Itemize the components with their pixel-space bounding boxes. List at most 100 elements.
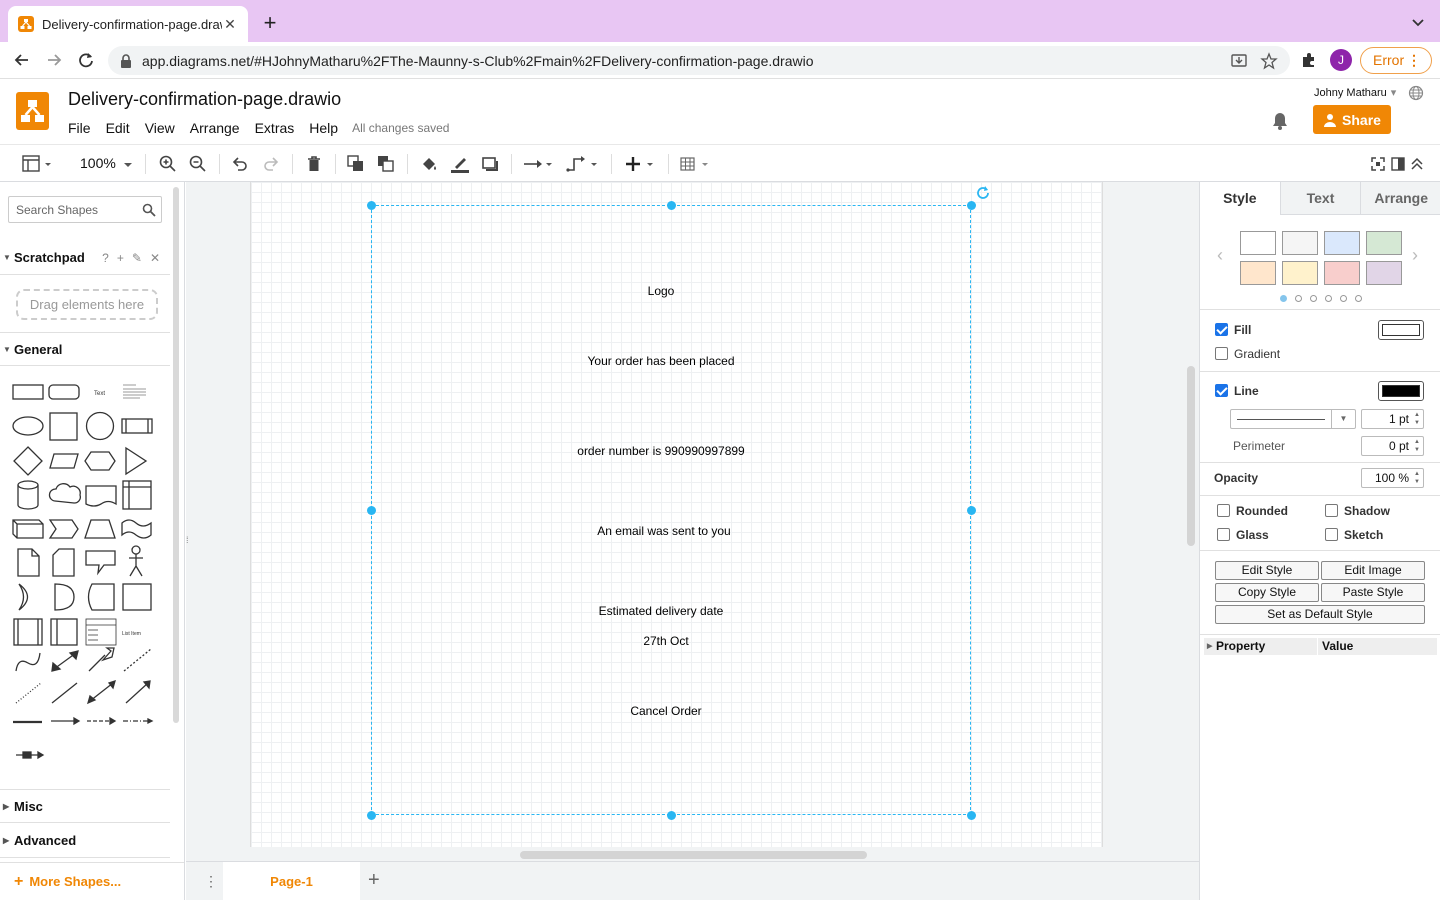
opacity-input[interactable]: 100 % ▲ ▼ bbox=[1361, 468, 1424, 488]
swatch-page-dot[interactable] bbox=[1310, 295, 1317, 302]
profile-avatar[interactable]: J bbox=[1330, 49, 1352, 71]
fullscreen-icon[interactable] bbox=[1368, 154, 1388, 174]
share-button[interactable]: Share bbox=[1313, 105, 1391, 134]
scratchpad-dropzone[interactable]: Drag elements here bbox=[16, 289, 158, 320]
fill-color-icon[interactable] bbox=[419, 154, 439, 174]
chevron-down-icon[interactable] bbox=[1410, 14, 1426, 30]
logo-text[interactable]: Logo bbox=[511, 284, 811, 298]
email-sent-text[interactable]: An email was sent to you bbox=[514, 524, 814, 538]
back-arrow-icon[interactable] bbox=[12, 50, 32, 70]
connection-arrow-icon[interactable] bbox=[523, 154, 555, 174]
to-back-icon[interactable] bbox=[376, 154, 396, 174]
undo-icon[interactable] bbox=[230, 154, 250, 174]
install-app-icon[interactable] bbox=[1230, 52, 1248, 70]
edit-image-button[interactable]: Edit Image bbox=[1321, 561, 1425, 580]
property-column-header[interactable]: ▶ Property bbox=[1204, 638, 1318, 655]
swatch-page-dot[interactable] bbox=[1295, 295, 1302, 302]
style-swatch[interactable] bbox=[1282, 261, 1318, 285]
menu-view[interactable]: View bbox=[145, 120, 175, 136]
add-page-icon[interactable]: + bbox=[368, 869, 380, 892]
to-front-icon[interactable] bbox=[346, 154, 366, 174]
bookmark-star-icon[interactable] bbox=[1260, 51, 1278, 70]
glass-checkbox[interactable] bbox=[1217, 528, 1230, 541]
style-swatch[interactable] bbox=[1366, 261, 1402, 285]
extensions-puzzle-icon[interactable] bbox=[1300, 51, 1318, 69]
address-bar[interactable]: app.diagrams.net/#HJohnyMatharu%2FThe-Ma… bbox=[108, 46, 1290, 75]
scratchpad-section[interactable]: ▼ Scratchpad ? + ✎ ✕ bbox=[0, 241, 170, 275]
browser-tab[interactable]: Delivery-confirmation-page.drawio ✕ bbox=[8, 6, 248, 42]
style-swatch[interactable] bbox=[1240, 261, 1276, 285]
sidebar-scrollbar[interactable] bbox=[173, 187, 179, 723]
format-panel-toggle-icon[interactable] bbox=[22, 154, 56, 174]
set-default-style-button[interactable]: Set as Default Style bbox=[1215, 605, 1425, 624]
resize-handle-sw[interactable] bbox=[367, 811, 376, 820]
copy-style-button[interactable]: Copy Style bbox=[1215, 583, 1319, 602]
rounded-checkbox[interactable] bbox=[1217, 504, 1230, 517]
canvas-horizontal-scrollbar[interactable] bbox=[520, 851, 867, 859]
notification-bell-icon[interactable] bbox=[1271, 111, 1289, 131]
line-checkbox[interactable] bbox=[1215, 384, 1228, 397]
page-tab-1[interactable]: Page-1 bbox=[223, 862, 360, 901]
format-panel-icon[interactable] bbox=[1388, 154, 1408, 174]
menu-help[interactable]: Help bbox=[309, 120, 338, 136]
forward-arrow-icon[interactable] bbox=[44, 50, 64, 70]
swatch-page-dot[interactable] bbox=[1355, 295, 1362, 302]
delivery-date-label[interactable]: Estimated delivery date bbox=[511, 604, 811, 618]
style-swatch[interactable] bbox=[1366, 231, 1402, 255]
spinner-arrows-icon[interactable]: ▲ ▼ bbox=[1412, 411, 1422, 427]
tab-text[interactable]: Text bbox=[1279, 182, 1361, 215]
globe-icon[interactable] bbox=[1408, 85, 1424, 101]
collapse-chevron-up-icon[interactable] bbox=[1407, 154, 1427, 174]
style-swatch[interactable] bbox=[1324, 261, 1360, 285]
resize-handle-ne[interactable] bbox=[967, 201, 976, 210]
gradient-checkbox[interactable] bbox=[1215, 347, 1228, 360]
swatch-prev-icon[interactable]: ‹ bbox=[1217, 245, 1223, 266]
delivery-date-value[interactable]: 27th Oct bbox=[516, 634, 816, 648]
cancel-order-text[interactable]: Cancel Order bbox=[516, 704, 816, 718]
close-tab-icon[interactable]: ✕ bbox=[222, 16, 238, 32]
new-tab-icon[interactable]: + bbox=[258, 12, 282, 36]
line-style-select[interactable]: ▼ bbox=[1230, 409, 1356, 429]
edit-style-button[interactable]: Edit Style bbox=[1215, 561, 1319, 580]
tab-style[interactable]: Style bbox=[1200, 182, 1280, 215]
resize-handle-e[interactable] bbox=[967, 506, 976, 515]
menu-edit[interactable]: Edit bbox=[106, 120, 130, 136]
resize-handle-n[interactable] bbox=[667, 201, 676, 210]
more-shapes-button[interactable]: + More Shapes... bbox=[0, 862, 184, 900]
perimeter-input[interactable]: 0 pt ▲ ▼ bbox=[1361, 436, 1424, 456]
resize-handle-se[interactable] bbox=[967, 811, 976, 820]
pages-menu-icon[interactable]: ⋮ bbox=[204, 873, 218, 890]
insert-plus-icon[interactable] bbox=[623, 154, 657, 174]
menu-file[interactable]: File bbox=[68, 120, 91, 136]
line-color-picker[interactable] bbox=[1378, 381, 1424, 401]
swatch-page-dot-active[interactable] bbox=[1280, 295, 1287, 302]
sidebar-resize-grip[interactable]: ⁞ bbox=[186, 535, 189, 545]
misc-section[interactable]: ▶ Misc bbox=[0, 789, 170, 823]
help-icon[interactable]: ? bbox=[102, 251, 109, 265]
fill-color-picker[interactable] bbox=[1378, 320, 1424, 340]
swatch-next-icon[interactable]: › bbox=[1412, 245, 1418, 266]
order-number-text[interactable]: order number is 990990997899 bbox=[511, 444, 811, 458]
browser-error-button[interactable]: Error ⋮ bbox=[1360, 47, 1432, 74]
zoom-in-icon[interactable] bbox=[158, 154, 178, 174]
shadow-icon[interactable] bbox=[480, 154, 500, 174]
resize-handle-s[interactable] bbox=[667, 811, 676, 820]
reload-icon[interactable] bbox=[76, 50, 96, 70]
swatch-page-dot[interactable] bbox=[1325, 295, 1332, 302]
resize-handle-nw[interactable] bbox=[367, 201, 376, 210]
document-title[interactable]: Delivery-confirmation-page.drawio bbox=[68, 89, 341, 110]
fill-checkbox[interactable] bbox=[1215, 323, 1228, 336]
shadow-checkbox[interactable] bbox=[1325, 504, 1338, 517]
tab-arrange[interactable]: Arrange bbox=[1360, 182, 1440, 215]
paste-style-button[interactable]: Paste Style bbox=[1321, 583, 1425, 602]
sketch-checkbox[interactable] bbox=[1325, 528, 1338, 541]
search-icon[interactable] bbox=[142, 203, 156, 217]
menu-arrange[interactable]: Arrange bbox=[190, 120, 240, 136]
menu-extras[interactable]: Extras bbox=[255, 120, 295, 136]
waypoints-icon[interactable] bbox=[566, 154, 600, 174]
redo-icon[interactable] bbox=[261, 154, 281, 174]
close-icon[interactable]: ✕ bbox=[150, 251, 160, 265]
order-placed-text[interactable]: Your order has been placed bbox=[511, 354, 811, 368]
rotate-handle-icon[interactable] bbox=[976, 185, 990, 199]
canvas-vertical-scrollbar[interactable] bbox=[1187, 366, 1195, 546]
